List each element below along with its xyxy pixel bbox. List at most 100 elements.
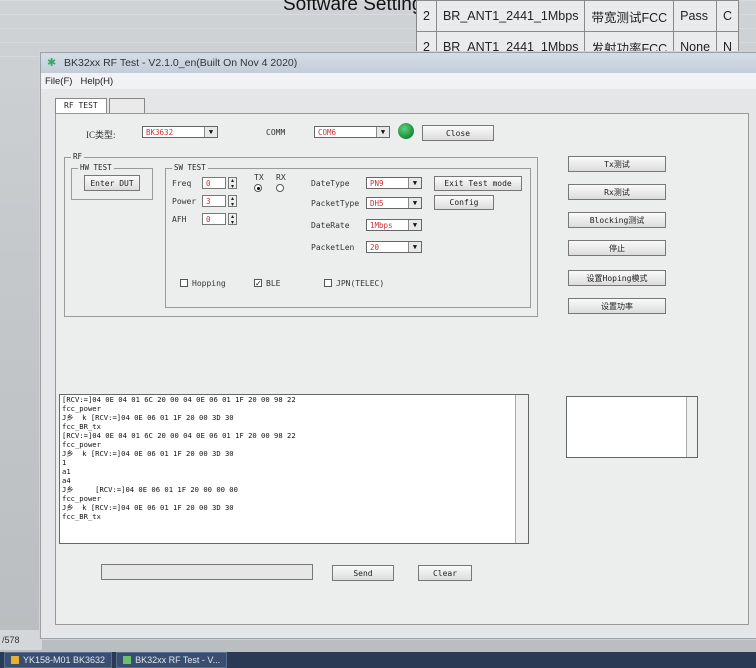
log-line: fcc_power [62, 404, 101, 413]
taskbar: YK158-M01 BK3632 BK32xx RF Test - V... [0, 652, 756, 668]
rx-test-button[interactable]: Rx测试 [568, 184, 666, 200]
background-title: Software Setting [283, 0, 423, 15]
menu-help[interactable]: Help(H) [80, 76, 113, 87]
log-line: J乡 k [RCV:=]04 0E 06 01 1F 20 00 3D 30 [62, 449, 234, 458]
ic-type-label: IC类型: [86, 130, 116, 140]
table-cell: Pass [673, 0, 718, 32]
title-bar[interactable]: ✱ BK32xx RF Test - V2.1.0_en(Built On No… [41, 53, 756, 73]
rf-test-panel: IC类型: BK3632 ▼ COMM COM6 ▼ Close RF HW T… [55, 113, 749, 625]
packetlen-label: PacketLen [311, 243, 355, 252]
log-line: [RCV:=]04 0E 04 01 6C 20 00 04 0E 06 01 … [62, 431, 296, 440]
daterate-select[interactable]: 1Mbps ▼ [366, 219, 422, 231]
tab-strip: RF TEST [55, 98, 147, 113]
tx-label: TX [254, 173, 264, 182]
send-input[interactable] [101, 564, 313, 580]
rx-radio[interactable] [276, 184, 284, 192]
packetlen-value: 20 [370, 242, 380, 252]
rf-group-label: RF [71, 152, 85, 161]
packettype-label: PacketType [311, 199, 360, 208]
ic-type-select[interactable]: BK3632 ▼ [142, 126, 218, 138]
packetlen-select[interactable]: 20 ▼ [366, 241, 422, 253]
window-title: BK32xx RF Test - V2.1.0_en(Built On Nov … [64, 57, 298, 69]
log-scrollbar[interactable] [515, 395, 528, 543]
ble-checkbox[interactable]: ✓ [254, 279, 262, 288]
close-button[interactable]: Close [422, 125, 494, 141]
taskbar-item-rf-test[interactable]: BK32xx RF Test - V... [116, 652, 228, 668]
daterate-label: DateRate [311, 221, 350, 230]
log-line: 1 [62, 458, 67, 467]
hopping-checkbox[interactable] [180, 279, 188, 287]
tab-empty[interactable] [108, 98, 145, 113]
hw-test-label: HW TEST [78, 163, 114, 172]
freq-stepper[interactable]: ▴ ▾ [228, 177, 237, 190]
table-cell: 带宽测试FCC [584, 0, 675, 32]
log-output[interactable]: [RCV:=]04 0E 04 01 6C 20 00 04 0E 06 01 … [59, 394, 529, 544]
daterate-value: 1Mbps [370, 220, 393, 230]
hw-test-group: HW TEST Enter DUT [71, 163, 153, 200]
power-label: Power [172, 197, 197, 206]
ble-label: BLE [266, 279, 281, 288]
packettype-value: DH5 [370, 198, 384, 208]
app-icon [123, 656, 132, 664]
set-hopping-mode-button[interactable]: 设置Hoping模式 [568, 270, 666, 286]
stop-button[interactable]: 停止 [568, 240, 666, 256]
table-row: 2 BR_ANT1_2441_1Mbps 带宽测试FCC Pass C [416, 0, 740, 32]
packettype-select[interactable]: DH5 ▼ [366, 197, 422, 209]
log-line: fcc_BR_tx [62, 512, 101, 521]
afh-stepper[interactable]: ▴ ▾ [228, 213, 237, 226]
taskbar-item-label: YK158-M01 BK3632 [23, 655, 106, 665]
tab-rf-test[interactable]: RF TEST [55, 98, 107, 113]
side-list-box[interactable] [566, 396, 698, 458]
config-button[interactable]: Config [434, 195, 494, 210]
connection-status-indicator [398, 123, 414, 139]
datetype-value: PN9 [370, 178, 384, 188]
app-window: ✱ BK32xx RF Test - V2.1.0_en(Built On No… [40, 52, 756, 639]
send-button[interactable]: Send [332, 565, 394, 581]
blocking-test-button[interactable]: Blocking测试 [568, 212, 666, 228]
tx-test-button[interactable]: Tx测试 [568, 156, 666, 172]
table-cell: BR_ANT1_2441_1Mbps [435, 0, 586, 32]
tx-radio[interactable] [254, 184, 262, 192]
sw-test-label: SW TEST [172, 163, 208, 172]
datetype-select[interactable]: PN9 ▼ [366, 177, 422, 189]
log-line: fcc_power [62, 494, 101, 503]
chevron-down-icon: ▼ [408, 220, 421, 230]
chevron-down-icon: ▼ [376, 127, 389, 137]
page-indicator: /578 [0, 630, 42, 650]
comm-value: COM6 [318, 127, 337, 137]
freq-input[interactable]: 0 [202, 177, 226, 189]
datetype-label: DateType [311, 179, 350, 188]
comm-select[interactable]: COM6 ▼ [314, 126, 390, 138]
clear-button[interactable]: Clear [418, 565, 472, 581]
afh-input[interactable]: 0 [202, 213, 226, 225]
folder-icon [11, 656, 19, 664]
log-line: fcc_BR_tx [62, 422, 101, 431]
jpn-telec-checkbox[interactable] [324, 279, 332, 287]
chevron-down-icon: ▼ [408, 178, 421, 188]
comm-label: COMM [266, 128, 286, 137]
log-line: fcc_power [62, 440, 101, 449]
sw-test-group: SW TEST Freq 0 ▴ ▾ Power 3 ▴ ▾ AFH 0 ▴ ▾ TX… [165, 163, 531, 308]
table-cell: 2 [416, 0, 437, 32]
set-power-button[interactable]: 设置功率 [568, 298, 666, 314]
chevron-down-icon: ▼ [408, 242, 421, 252]
rx-label: RX [276, 173, 286, 182]
hopping-label: Hopping [192, 279, 226, 288]
menu-bar: File(F) Help(H) [41, 73, 756, 89]
app-icon: ✱ [47, 57, 57, 69]
freq-label: Freq [172, 179, 192, 188]
exit-test-mode-button[interactable]: Exit Test mode [434, 176, 522, 191]
rf-group: RF HW TEST Enter DUT SW TEST Freq 0 ▴ ▾ P… [64, 152, 538, 317]
ic-type-value: BK3632 [146, 127, 174, 137]
table-cell: C [716, 0, 740, 32]
power-input[interactable]: 3 [202, 195, 226, 207]
side-list-scrollbar[interactable] [686, 397, 697, 457]
log-line: J乡 k [RCV:=]04 0E 06 01 1F 20 00 3D 30 [62, 413, 234, 422]
afh-label: AFH [172, 215, 187, 224]
power-stepper[interactable]: ▴ ▾ [228, 195, 237, 208]
enter-dut-button[interactable]: Enter DUT [84, 175, 140, 191]
menu-file[interactable]: File(F) [45, 76, 72, 87]
chevron-down-icon: ▼ [408, 198, 421, 208]
log-line: J乡 k [RCV:=]04 0E 06 01 1F 20 00 3D 30 [62, 503, 234, 512]
taskbar-item-doc[interactable]: YK158-M01 BK3632 [4, 652, 113, 668]
